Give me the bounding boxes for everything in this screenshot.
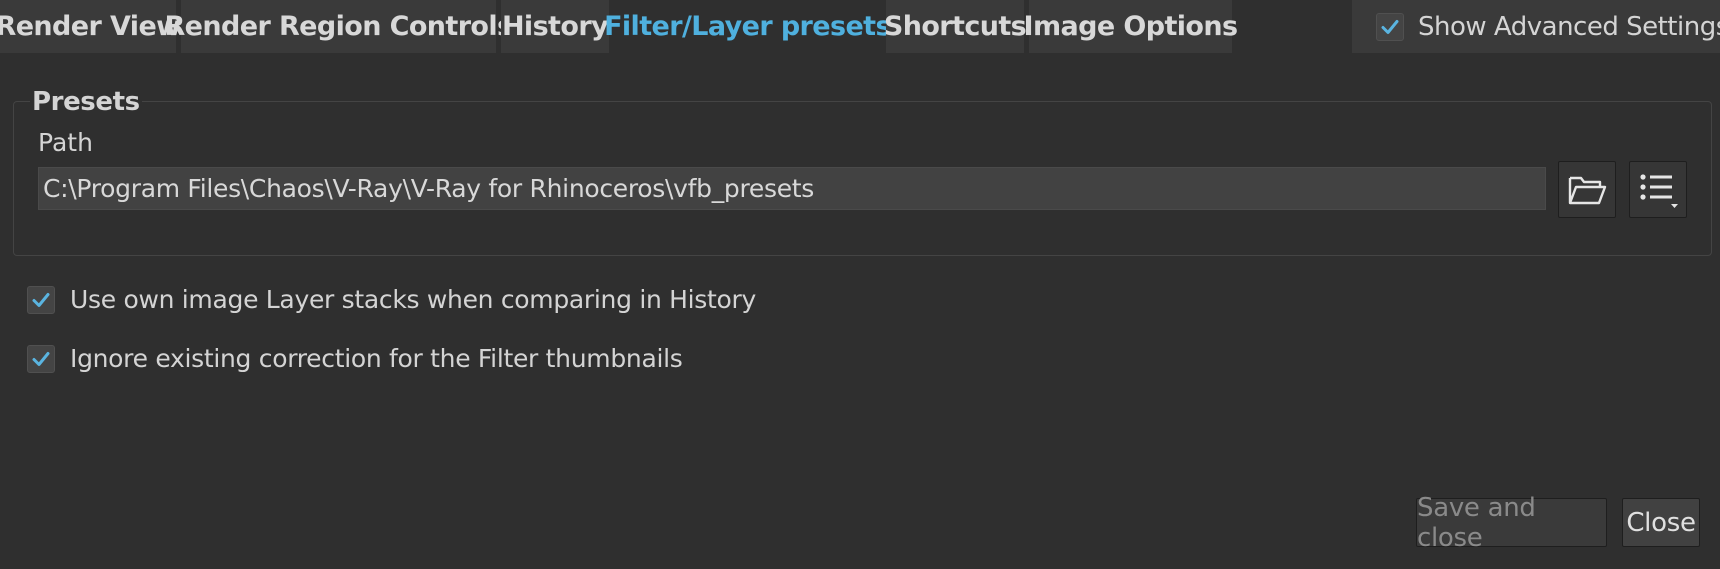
check-icon [32, 293, 50, 307]
show-advanced-settings-toggle[interactable]: Show Advanced Settings [1352, 0, 1720, 53]
path-input[interactable] [38, 167, 1546, 210]
tab-filter-layer-presets[interactable]: Filter/Layer presets [604, 0, 892, 53]
tab-history[interactable]: History [501, 0, 609, 53]
use-own-layer-stacks-checkbox[interactable] [27, 286, 55, 314]
check-icon [1381, 20, 1399, 34]
tab-shortcuts[interactable]: Shortcuts [884, 0, 1027, 53]
folder-open-icon [1568, 176, 1607, 204]
browse-folder-button[interactable] [1558, 161, 1616, 218]
presets-menu-button[interactable] [1629, 161, 1687, 218]
ignore-existing-correction-checkbox[interactable] [27, 345, 55, 373]
save-and-close-button[interactable]: Save and close [1416, 493, 1607, 553]
tab-image-options[interactable]: Image Options [1024, 0, 1238, 53]
use-own-layer-stacks-label[interactable]: Use own image Layer stacks when comparin… [70, 285, 756, 314]
advanced-settings-label: Show Advanced Settings [1418, 11, 1720, 42]
tab-bar: Render View Render Region Controls Histo… [0, 0, 1720, 53]
advanced-settings-checkbox[interactable] [1376, 13, 1404, 41]
check-icon [32, 352, 50, 366]
list-menu-icon [1640, 173, 1678, 208]
close-button[interactable]: Close [1622, 498, 1700, 547]
path-label: Path [38, 128, 93, 157]
tab-render-region-controls[interactable]: Render Region Controls [164, 0, 513, 53]
vfb-settings-dialog: Render View Render Region Controls Histo… [0, 0, 1720, 569]
tab-render-view[interactable]: Render View [0, 0, 181, 53]
presets-group-title: Presets [30, 87, 142, 117]
ignore-existing-correction-label[interactable]: Ignore existing correction for the Filte… [70, 344, 683, 373]
